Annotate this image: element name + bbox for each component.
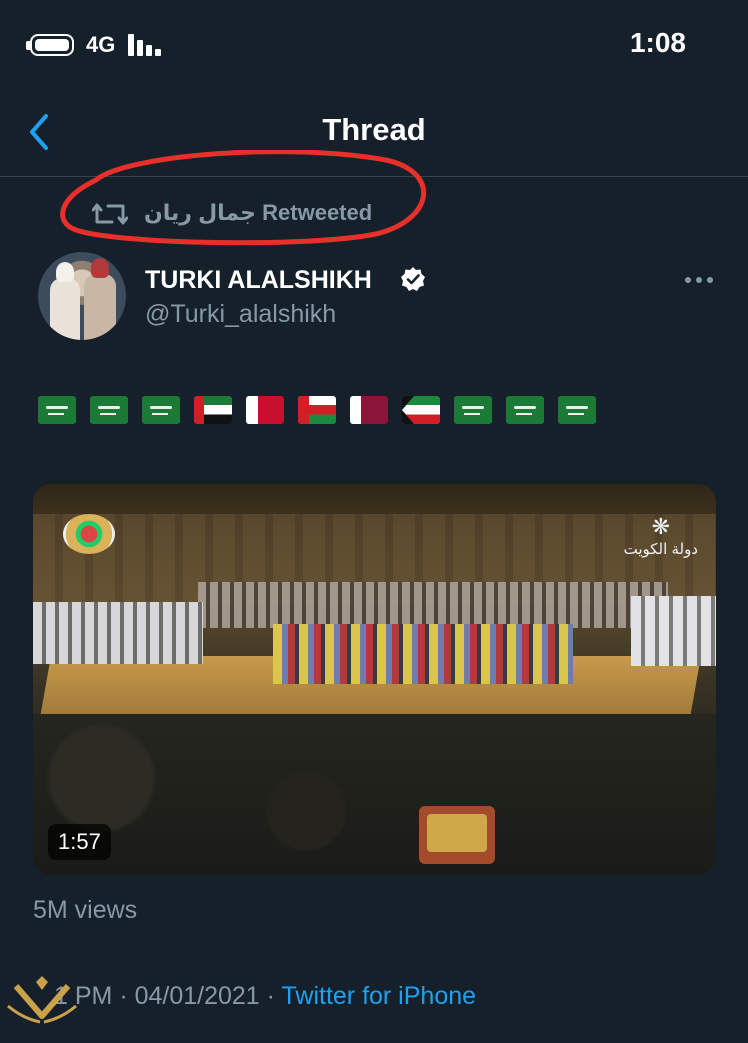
saudi-arabia-flag-icon bbox=[38, 396, 76, 424]
status-bar: 4G 1:08 bbox=[0, 0, 748, 95]
view-count: 5M views bbox=[33, 896, 138, 924]
tv-watermark bbox=[419, 806, 495, 864]
author-name[interactable]: TURKI ALALSHIKH bbox=[145, 266, 372, 295]
video-duration: 1:57 bbox=[48, 824, 111, 860]
tweet-text bbox=[38, 396, 608, 426]
battery-icon bbox=[30, 34, 74, 56]
forum-watermark-logo bbox=[7, 976, 77, 1024]
retweet-label[interactable]: جمال ريان Retweeted bbox=[144, 200, 372, 226]
network-type: 4G bbox=[86, 32, 116, 57]
saudi-arabia-flag-icon bbox=[454, 396, 492, 424]
saudi-arabia-flag-icon bbox=[558, 396, 596, 424]
status-time: 1:08 bbox=[629, 27, 686, 58]
tv-emblem-logo bbox=[63, 514, 115, 554]
oman-flag-icon bbox=[298, 396, 336, 424]
avatar[interactable] bbox=[38, 252, 126, 340]
video-player[interactable]: ❋ دولة الكويت 1:57 bbox=[33, 484, 716, 875]
tweet-source-link[interactable]: Twitter for iPhone bbox=[282, 982, 477, 1010]
verified-badge-icon bbox=[401, 267, 425, 291]
tweet-date: 04/01/2021 bbox=[134, 982, 260, 1010]
author-handle[interactable]: @Turki_alalshikh bbox=[145, 300, 336, 329]
bahrain-flag-icon bbox=[246, 396, 284, 424]
page-title: Thread bbox=[322, 112, 426, 147]
tweet-timestamp: 1 PM · 04/01/2021 · Twitter for iPhone bbox=[54, 982, 477, 1010]
signal-icon bbox=[128, 34, 164, 56]
more-horizontal-icon[interactable] bbox=[684, 268, 714, 292]
tv-channel-logo-text: دولة الكويت bbox=[623, 541, 698, 558]
annotation-circle bbox=[60, 150, 427, 246]
retweet-icon bbox=[92, 203, 128, 225]
qatar-flag-icon bbox=[350, 396, 388, 424]
kuwait-flag-icon bbox=[402, 396, 440, 424]
saudi-arabia-flag-icon bbox=[506, 396, 544, 424]
uae-flag-icon bbox=[194, 396, 232, 424]
tv-channel-logo: ❋ دولة الكويت bbox=[623, 514, 698, 558]
saudi-arabia-flag-icon bbox=[90, 396, 128, 424]
saudi-arabia-flag-icon bbox=[142, 396, 180, 424]
